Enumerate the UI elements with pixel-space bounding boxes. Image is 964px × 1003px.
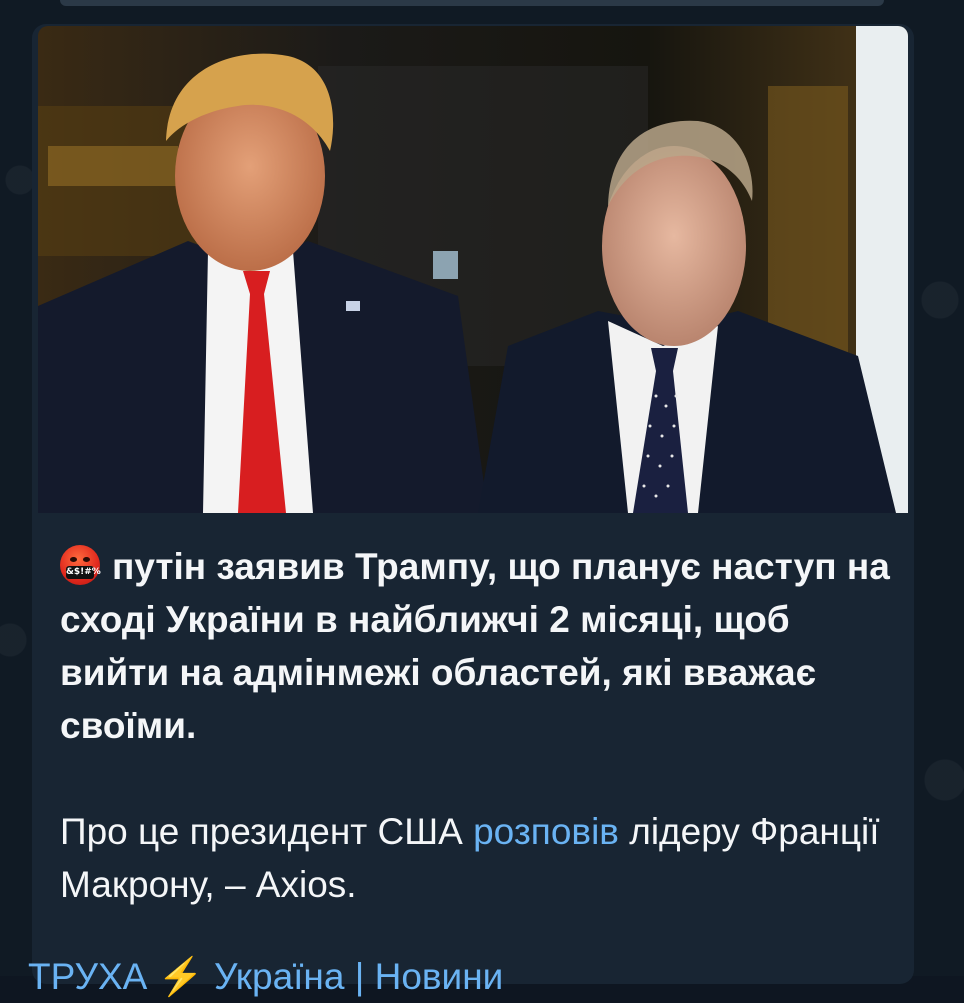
angry-face-emoji-icon: &$!#% [60, 545, 101, 585]
second-prefix: Про це президент США [60, 811, 474, 852]
source-link[interactable]: розповів [473, 811, 619, 852]
lead-paragraph: &$!#% путін заявив Трампу, що планує наст… [60, 540, 890, 752]
second-paragraph: Про це президент США розповів лідеру Фра… [60, 805, 890, 911]
lead-text: путін заявив Трампу, що планує наступ на… [60, 546, 890, 746]
photo-illustration [38, 26, 908, 513]
message-text: &$!#% путін заявив Трампу, що планує наст… [60, 540, 890, 964]
message-photo[interactable] [38, 26, 908, 513]
channel-signature-link[interactable]: ТРУХА ⚡ Україна | Новини [28, 950, 503, 1003]
message-bubble[interactable]: &$!#% путін заявив Трампу, що планує наст… [32, 24, 914, 984]
previous-message-edge [60, 0, 884, 6]
